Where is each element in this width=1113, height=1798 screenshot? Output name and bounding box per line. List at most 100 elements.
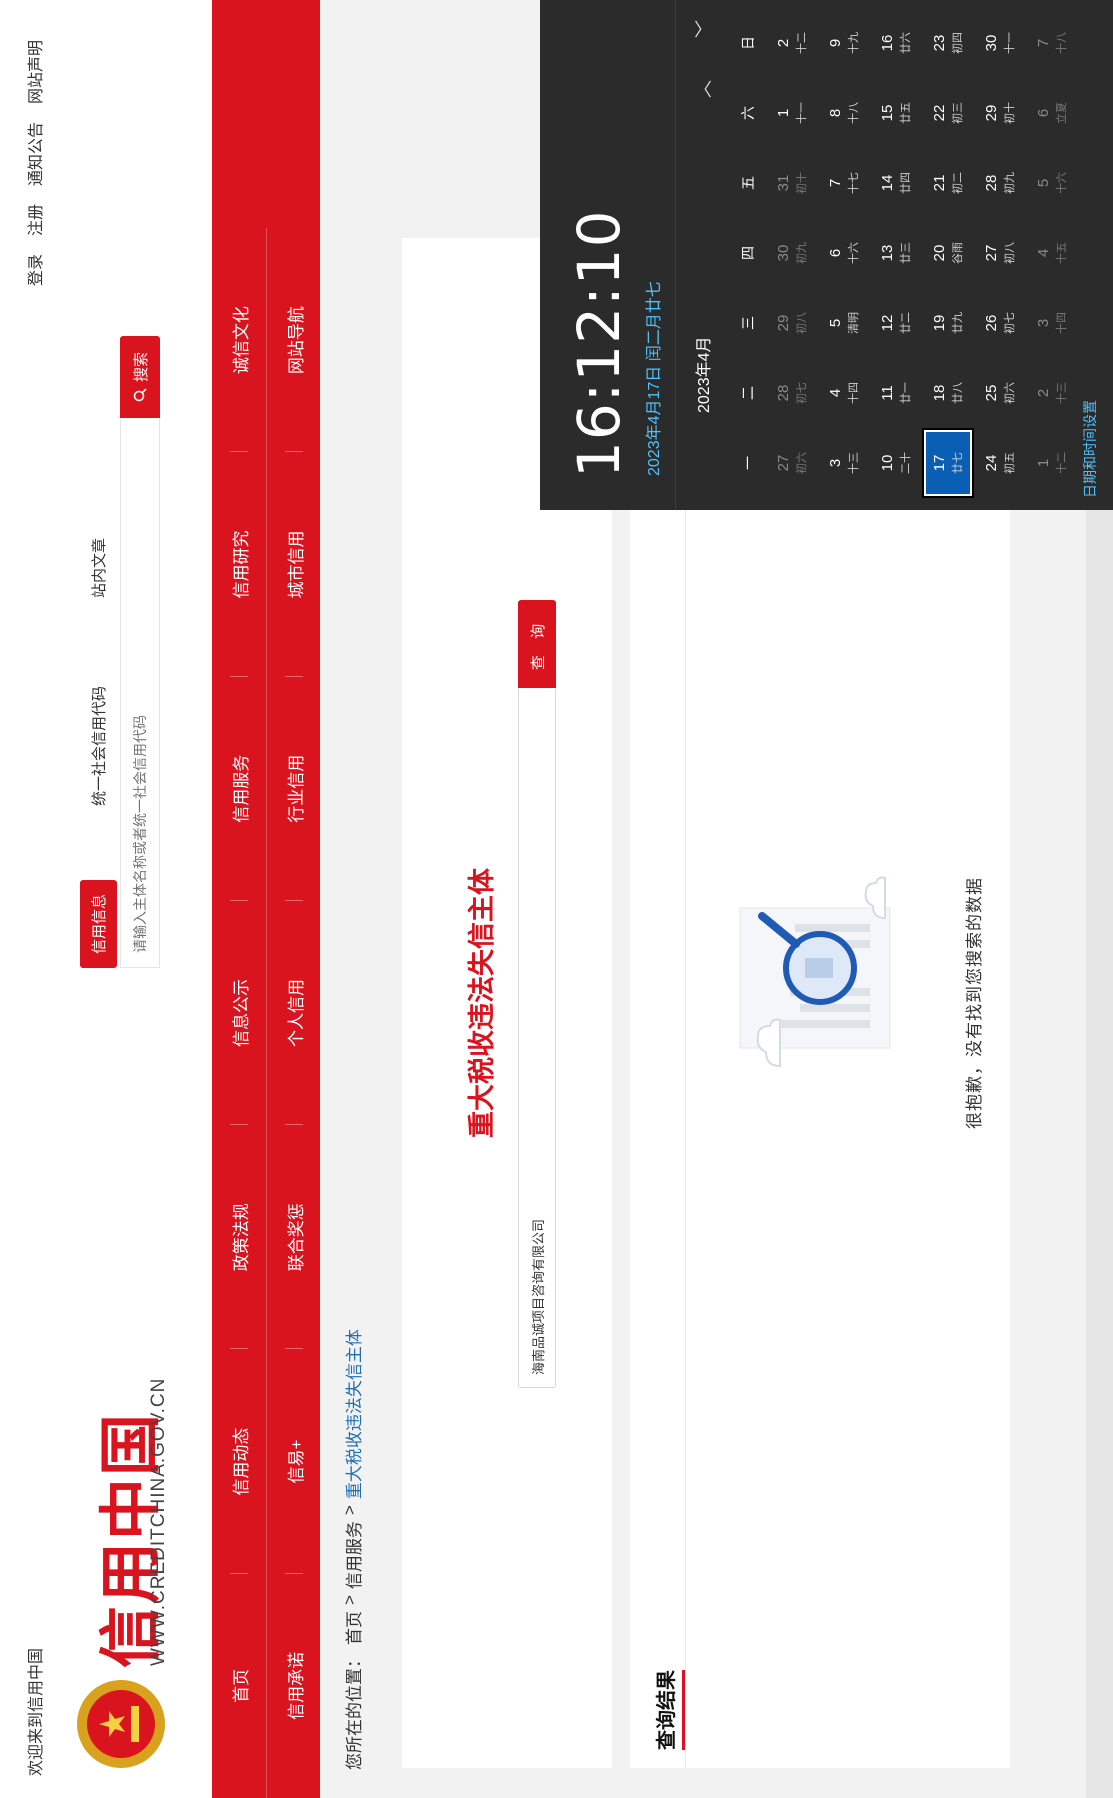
calendar-lunar-label: 廿九 (952, 312, 964, 334)
calendar-day[interactable]: 5 清明 (818, 288, 870, 358)
tab-credit-code[interactable]: 统一社会信用代码 (80, 672, 117, 820)
calendar-day[interactable]: 23 初四 (922, 8, 974, 78)
calendar-day[interactable]: 8 十八 (818, 78, 870, 148)
calendar-lunar-label: 廿八 (952, 382, 964, 404)
nav-home[interactable]: 首页 (212, 1574, 266, 1798)
breadcrumb-credit-service[interactable]: 信用服务 (340, 1521, 365, 1589)
nav-row-1: 首页 信用动态 政策法规 信息公示 信用服务 信用研究 诚信文化 (212, 228, 266, 1798)
nav-integrity-culture[interactable]: 诚信文化 (212, 228, 266, 452)
nav-industry-credit[interactable]: 行业信用 (267, 677, 321, 901)
calendar-day[interactable]: 3 十四 (1026, 288, 1078, 358)
calendar-week-row: 17 廿七 18 廿八 19 廿九 20 谷雨 21 初二 22 初三 23 初四 (922, 8, 974, 498)
calendar-day[interactable]: 26 初七 (974, 288, 1026, 358)
calendar-lunar-label: 十六 (1056, 172, 1068, 194)
calendar-day-number: 4 (1035, 248, 1052, 258)
calendar-day-number: 16 (879, 34, 896, 52)
results-title: 查询结果 (656, 1670, 678, 1750)
calendar-day[interactable]: 11 廿一 (870, 358, 922, 428)
nav-site-map[interactable]: 网站导航 (267, 228, 321, 452)
calendar-day[interactable]: 1 十一 (766, 78, 818, 148)
calendar-month[interactable]: 2023年4月 (690, 337, 714, 414)
calendar-day[interactable]: 5 十六 (1026, 148, 1078, 218)
calendar-day[interactable]: 3 十三 (818, 428, 870, 498)
calendar-lunar-label: 廿一 (900, 382, 912, 404)
calendar-day[interactable]: 2 十二 (766, 8, 818, 78)
breadcrumb-home[interactable]: 首页 (340, 1611, 365, 1645)
calendar-day[interactable]: 15 廿五 (870, 78, 922, 148)
calendar-day[interactable]: 13 廿三 (870, 218, 922, 288)
nav-credit-news[interactable]: 信用动态 (212, 1349, 266, 1573)
login-link[interactable]: 登录 (22, 254, 46, 286)
statement-link[interactable]: 网站声明 (22, 40, 46, 104)
register-link[interactable]: 注册 (22, 204, 46, 236)
calendar-day[interactable]: 22 初三 (922, 78, 974, 148)
calendar-day[interactable]: 31 初十 (766, 148, 818, 218)
calendar-day-number: 2 (1035, 388, 1052, 398)
calendar-day[interactable]: 7 十七 (818, 148, 870, 218)
calendar-day[interactable]: 1 十二 (1026, 428, 1078, 498)
national-emblem-icon (77, 1680, 165, 1768)
calendar-weekday: 日 (740, 36, 756, 50)
calendar-day-number: 22 (931, 104, 948, 122)
calendar-day[interactable]: 29 初十 (974, 78, 1026, 148)
tab-credit-info[interactable]: 信用信息 (80, 879, 117, 968)
calendar-day[interactable]: 9 十九 (818, 8, 870, 78)
tab-site-articles[interactable]: 站内文章 (80, 524, 117, 612)
calendar-day[interactable]: 10 二十 (870, 428, 922, 498)
clock-date-link[interactable]: 2023年4月17日 闰二月廿七 (640, 281, 664, 476)
calendar-day[interactable]: 28 初七 (766, 358, 818, 428)
results-title-underline (682, 1670, 685, 1750)
calendar-day[interactable]: 27 初八 (974, 218, 1026, 288)
calendar-day[interactable]: 25 初六 (974, 358, 1026, 428)
calendar-day[interactable]: 30 初九 (766, 218, 818, 288)
calendar-day[interactable]: 6 十六 (818, 218, 870, 288)
calendar-day[interactable]: 4 十四 (818, 358, 870, 428)
nav-joint-reward[interactable]: 联合奖惩 (267, 1125, 321, 1349)
nav-publicity[interactable]: 信息公示 (212, 901, 266, 1125)
calendar-day-today[interactable]: 17 廿七 (922, 428, 974, 498)
calendar-day[interactable]: 29 初八 (766, 288, 818, 358)
query-input[interactable] (519, 687, 555, 1387)
breadcrumb-separator: > (340, 1595, 359, 1605)
calendar-day[interactable]: 21 初二 (922, 148, 974, 218)
calendar-weekday: 二 (740, 386, 756, 400)
calendar-day[interactable]: 16 廿六 (870, 8, 922, 78)
nav-credit-research[interactable]: 信用研究 (212, 452, 266, 676)
nav-xinyi-plus[interactable]: 信易+ (267, 1349, 321, 1573)
nav-credit-service[interactable]: 信用服务 (212, 677, 266, 901)
notice-link[interactable]: 通知公告 (22, 122, 46, 186)
calendar-lunar-label: 十三 (848, 452, 860, 474)
calendar-day[interactable]: 19 廿九 (922, 288, 974, 358)
date-time-settings-link[interactable]: 日期和时间设置 (1080, 400, 1100, 498)
calendar-day-number: 28 (775, 384, 792, 402)
calendar-day[interactable]: 7 十八 (1026, 8, 1078, 78)
calendar-day[interactable]: 2 十三 (1026, 358, 1078, 428)
breadcrumb-current[interactable]: 重大税收违法失信主体 (340, 1329, 365, 1499)
nav-credit-promise[interactable]: 信用承诺 (267, 1574, 321, 1798)
calendar-day-number: 6 (1035, 108, 1052, 118)
calendar-day[interactable]: 14 廿四 (870, 148, 922, 218)
nav-personal-credit[interactable]: 个人信用 (267, 901, 321, 1125)
calendar-day[interactable]: 20 谷雨 (922, 218, 974, 288)
calendar-week-row: 24 初五 25 初六 26 初七 27 初八 28 初九 29 初十 30 十一 (974, 8, 1026, 498)
chevron-down-icon[interactable]: ﹀ (690, 20, 716, 38)
search-input[interactable] (121, 417, 159, 967)
calendar-day[interactable]: 12 廿二 (870, 288, 922, 358)
calendar-lunar-label: 十二 (1056, 452, 1068, 474)
query-button[interactable]: 查 询 (518, 600, 556, 688)
calendar-lunar-label: 廿二 (900, 312, 912, 334)
calendar-day[interactable]: 24 初五 (974, 428, 1026, 498)
calendar-lunar-label: 初二 (952, 172, 964, 194)
search-button[interactable]: 搜索 (120, 336, 160, 418)
calendar-day[interactable]: 28 初九 (974, 148, 1026, 218)
calendar-day[interactable]: 18 廿八 (922, 358, 974, 428)
calendar-day[interactable]: 30 十一 (974, 8, 1026, 78)
calendar-lunar-label: 廿七 (952, 452, 964, 474)
nav-city-credit[interactable]: 城市信用 (267, 452, 321, 676)
nav-policy[interactable]: 政策法规 (212, 1125, 266, 1349)
calendar-day[interactable]: 27 初六 (766, 428, 818, 498)
calendar-lunar-label: 初八 (1004, 242, 1016, 264)
chevron-up-icon[interactable]: ︿ (690, 80, 716, 98)
calendar-day[interactable]: 4 十五 (1026, 218, 1078, 288)
calendar-day[interactable]: 6 立夏 (1026, 78, 1078, 148)
